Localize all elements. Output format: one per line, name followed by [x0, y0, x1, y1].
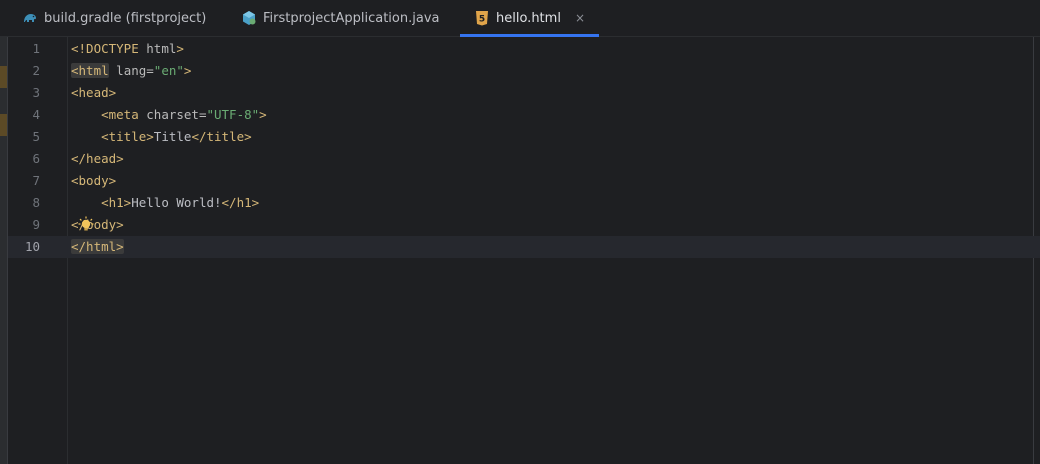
tab-label: FirstprojectApplication.java	[263, 10, 440, 26]
code-token: <h1>	[101, 195, 132, 210]
code-token: Hello World!	[131, 195, 222, 210]
code-text[interactable]: </html>	[71, 236, 124, 258]
change-marker	[0, 66, 7, 88]
code-token: </title>	[191, 129, 252, 144]
code-line[interactable]: 7 <body>	[8, 170, 1040, 192]
code-line[interactable]: 6 </head>	[8, 148, 1040, 170]
java-class-icon	[241, 10, 257, 26]
line-number: 9	[32, 217, 40, 232]
left-tool-strip	[0, 37, 8, 464]
code-token: lang=	[108, 63, 154, 78]
code-token: Title	[153, 129, 192, 144]
code-token: </html>	[71, 239, 124, 254]
code-token: </head>	[71, 151, 124, 166]
code-token: html	[146, 41, 177, 56]
code-text[interactable]: <title>Title</title>	[71, 126, 252, 148]
code-token: >	[176, 41, 184, 56]
code-line[interactable]: 8 <h1>Hello World!</h1>	[8, 192, 1040, 214]
code-text[interactable]: </head>	[71, 148, 124, 170]
code-token: "en"	[153, 63, 184, 78]
line-number: 8	[32, 195, 40, 210]
ide-window: build.gradle (firstproject) Firstproject…	[0, 0, 1040, 464]
code-line[interactable]: 10 </html>	[8, 236, 1040, 258]
tab-hello-html[interactable]: 5 hello.html ×	[460, 0, 599, 37]
line-number: 2	[32, 63, 40, 78]
line-number: 4	[32, 107, 40, 122]
code-line[interactable]: 1 <!DOCTYPE html>	[8, 38, 1040, 60]
tab-label: hello.html	[496, 10, 561, 26]
code-line[interactable]: 3 <head>	[8, 82, 1040, 104]
line-number: 6	[32, 151, 40, 166]
code-token: charset=	[138, 107, 207, 122]
code-line[interactable]: 2 <html lang="en">	[8, 60, 1040, 82]
code-text[interactable]: <!DOCTYPE html>	[71, 38, 184, 60]
tab-label: build.gradle (firstproject)	[44, 10, 207, 26]
editor-tab-bar: build.gradle (firstproject) Firstproject…	[0, 0, 1040, 37]
line-number: 7	[32, 173, 40, 188]
line-number: 1	[32, 41, 40, 56]
code-text[interactable]: <html lang="en">	[71, 60, 191, 82]
tab-firstproject-application[interactable]: FirstprojectApplication.java	[241, 0, 439, 36]
line-number: 3	[32, 85, 40, 100]
code-text[interactable]: <head>	[71, 82, 116, 104]
code-token: </h1>	[221, 195, 260, 210]
code-text[interactable]: <body>	[71, 170, 116, 192]
lightbulb-icon[interactable]	[78, 216, 94, 232]
change-marker	[0, 114, 7, 136]
line-number: 10	[24, 239, 40, 254]
code-line[interactable]: 9 </body>	[8, 214, 1040, 236]
code-token: <meta	[101, 107, 139, 122]
code-token: >	[259, 107, 267, 122]
code-token: <html	[71, 63, 109, 78]
code-line[interactable]: 5 <title>Title</title>	[8, 126, 1040, 148]
code-text[interactable]: <h1>Hello World!</h1>	[71, 192, 259, 214]
html5-icon: 5	[474, 10, 490, 26]
code-token: <!DOCTYPE	[71, 41, 147, 56]
code-token: <head>	[71, 85, 117, 100]
line-number: 5	[32, 129, 40, 144]
code-token: <title>	[101, 129, 154, 144]
code-text[interactable]: <meta charset="UTF-8">	[71, 104, 267, 126]
code-token: "UTF-8"	[206, 107, 260, 122]
code-token: <body>	[71, 173, 117, 188]
code-editor[interactable]: 1 <!DOCTYPE html> 2 <html lang="en"> 3 <head>…	[8, 37, 1040, 464]
code-line[interactable]: 4 <meta charset="UTF-8">	[8, 104, 1040, 126]
svg-text:5: 5	[479, 15, 485, 25]
close-tab-icon[interactable]: ×	[575, 11, 585, 25]
code-token: >	[183, 63, 192, 78]
tab-build-gradle[interactable]: build.gradle (firstproject)	[22, 0, 206, 36]
gradle-elephant-icon	[22, 10, 38, 26]
